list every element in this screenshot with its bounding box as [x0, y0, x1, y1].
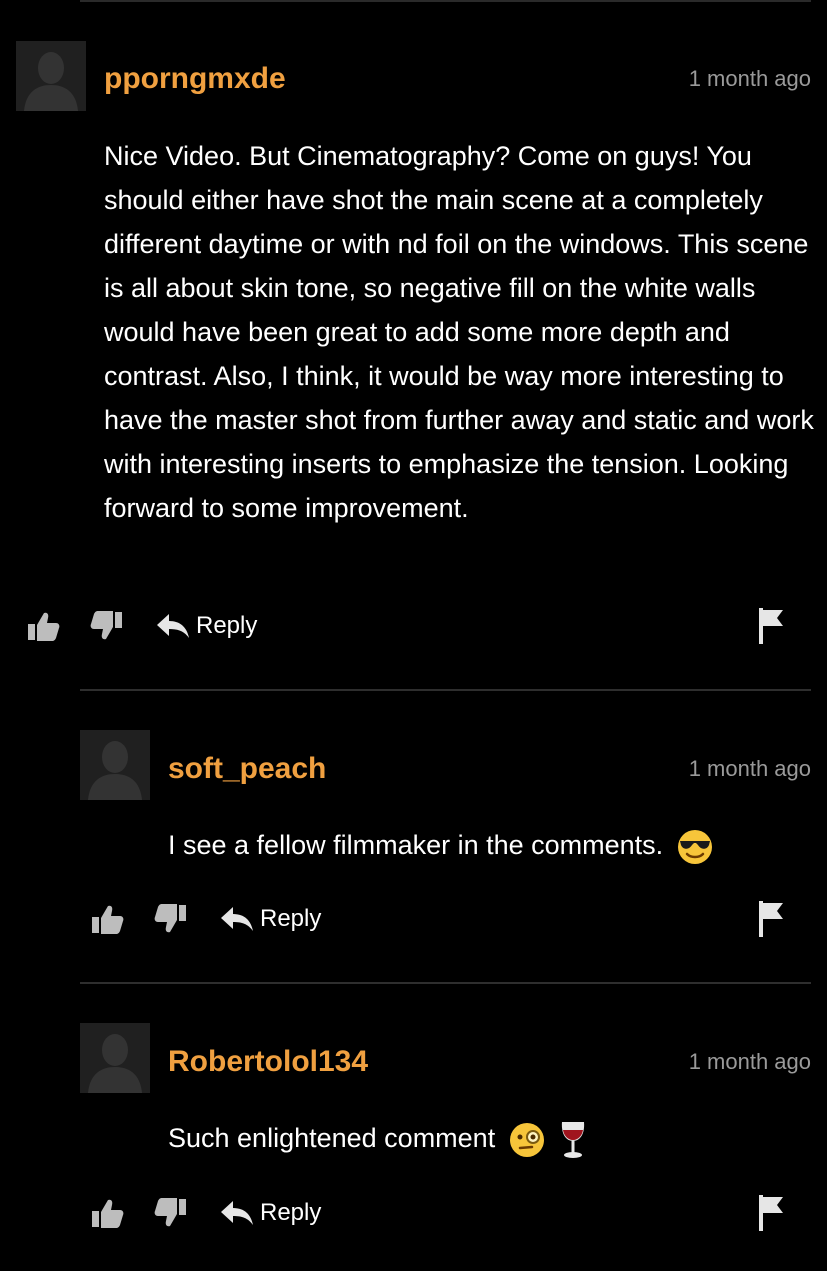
flag-button[interactable]: [757, 606, 785, 651]
dislike-button[interactable]: [90, 604, 124, 648]
timestamp: 1 month ago: [688, 66, 811, 91]
comment-text: Such enlightened comment: [168, 1123, 496, 1153]
dislike-button[interactable]: [154, 897, 188, 941]
like-button[interactable]: [90, 897, 124, 941]
reply-arrow-icon: [221, 1201, 253, 1225]
comment-divider: [80, 982, 811, 984]
thumbs-up-icon: [92, 905, 124, 934]
avatar-placeholder-icon: [80, 1023, 150, 1093]
comment-text: I see a fellow filmmaker in the comments…: [168, 830, 664, 860]
comment-actions: Reply: [90, 1191, 811, 1235]
timestamp: 1 month ago: [688, 756, 811, 781]
dislike-button[interactable]: [154, 1191, 188, 1235]
comment-text-row: I see a fellow filmmaker in the comments…: [168, 823, 808, 867]
flag-icon: [759, 901, 783, 937]
comment-divider: [80, 689, 811, 691]
avatar-placeholder-icon: [16, 41, 86, 111]
comment-text-row: Such enlightened comment: [168, 1116, 808, 1160]
avatar[interactable]: [16, 41, 86, 111]
monocle-face-emoji: [509, 1122, 544, 1157]
reply-arrow-icon: [221, 907, 253, 931]
thumbs-down-icon: [154, 1198, 186, 1227]
thumbs-up-icon: [92, 1199, 124, 1228]
like-button[interactable]: [26, 604, 60, 648]
thumbs-down-icon: [90, 611, 122, 640]
reply-button[interactable]: Reply: [220, 1191, 321, 1235]
username[interactable]: pporngmxde: [104, 62, 286, 96]
reply-label: Reply: [196, 612, 258, 639]
thumbs-up-icon: [28, 612, 60, 641]
sunglasses-face-emoji: [677, 829, 712, 864]
flag-icon: [759, 1195, 783, 1231]
comment-actions: Reply: [90, 897, 811, 941]
username[interactable]: Robertolol134: [168, 1045, 368, 1079]
timestamp: 1 month ago: [688, 1049, 811, 1074]
reply-button[interactable]: Reply: [156, 604, 257, 648]
top-divider: [80, 0, 811, 2]
avatar[interactable]: [80, 1023, 150, 1093]
thumbs-down-icon: [154, 904, 186, 933]
comment-actions: Reply: [26, 604, 811, 648]
comment-text: Nice Video. But Cinematography? Come on …: [104, 141, 814, 523]
wine-glass-emoji: [562, 1121, 585, 1158]
reply-button[interactable]: Reply: [220, 897, 321, 941]
like-button[interactable]: [90, 1191, 124, 1235]
username[interactable]: soft_peach: [168, 752, 326, 786]
reply-label: Reply: [260, 1199, 322, 1226]
reply-arrow-icon: [157, 614, 189, 638]
flag-button[interactable]: [757, 1193, 785, 1238]
flag-button[interactable]: [757, 899, 785, 944]
flag-icon: [759, 608, 783, 644]
reply-label: Reply: [260, 905, 322, 932]
avatar[interactable]: [80, 730, 150, 800]
avatar-placeholder-icon: [80, 730, 150, 800]
